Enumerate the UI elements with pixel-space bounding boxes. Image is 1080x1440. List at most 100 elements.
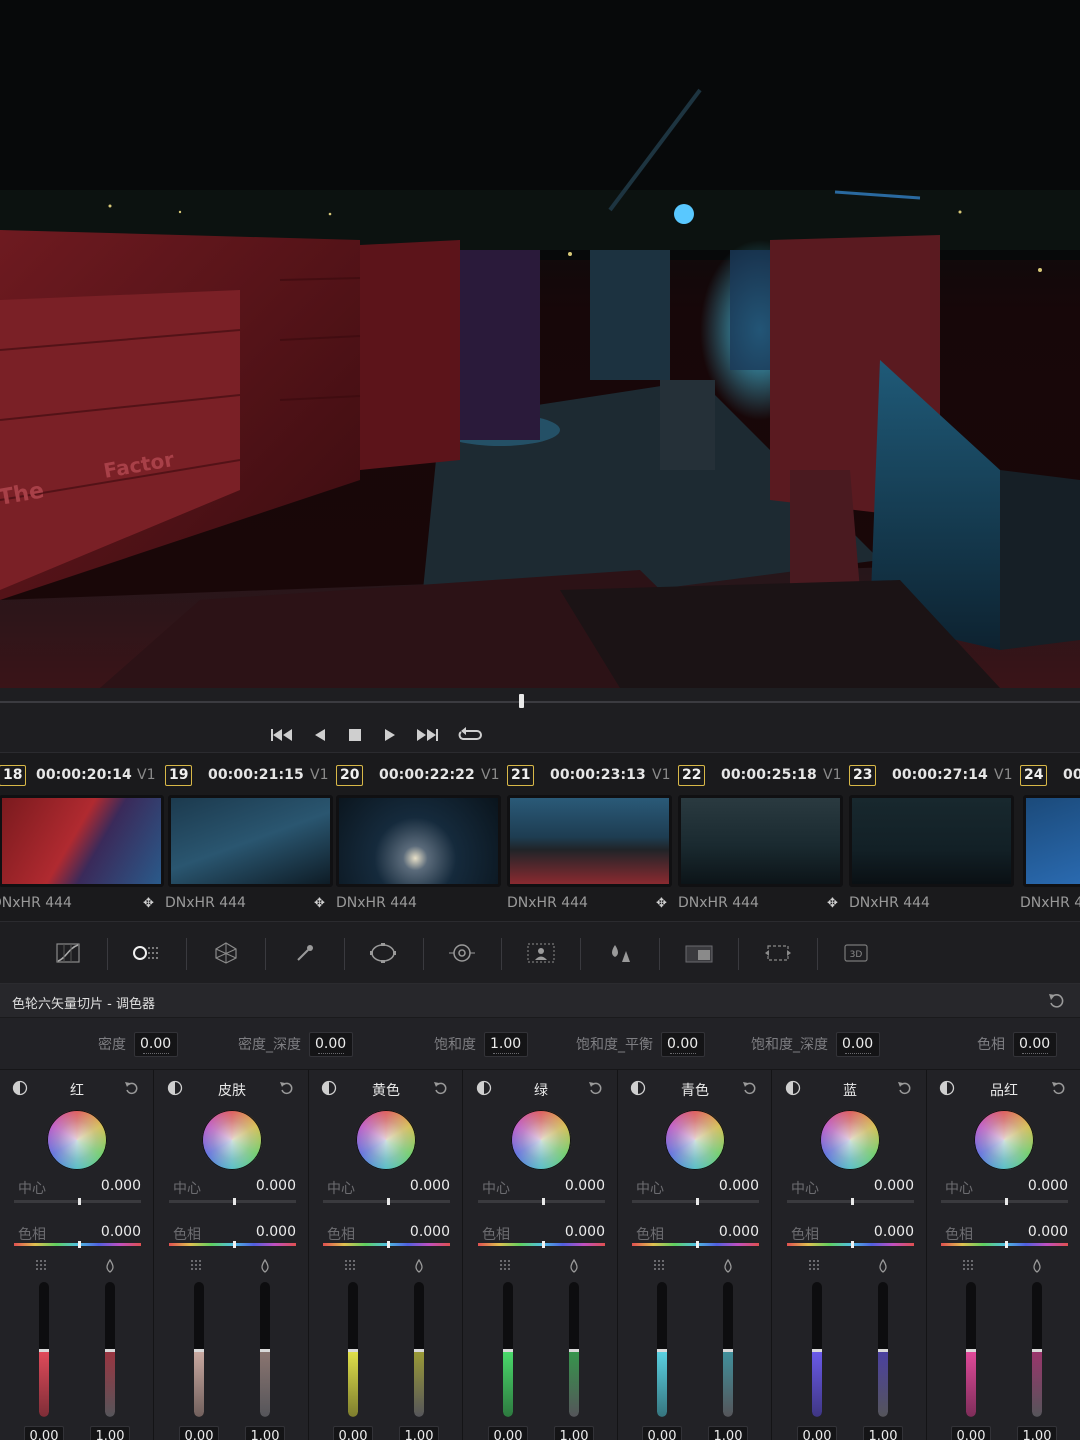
density-value-field[interactable]: 0.00 [24, 1426, 64, 1440]
hue-slider-handle[interactable] [77, 1241, 81, 1248]
center-slider[interactable] [323, 1198, 450, 1205]
hue-slider[interactable] [323, 1241, 450, 1248]
clip-thumbnail[interactable] [336, 795, 501, 887]
saturation-value-field[interactable]: 1.00 [863, 1426, 903, 1440]
hue-slider-handle[interactable] [541, 1241, 545, 1248]
density-fader-handle[interactable] [348, 1349, 358, 1353]
center-value[interactable]: 0.000 [565, 1178, 605, 1194]
hue-slider-handle[interactable] [386, 1241, 390, 1248]
center-slider-handle[interactable] [77, 1198, 81, 1205]
color-warper-palette-button[interactable] [116, 934, 176, 972]
playhead[interactable] [519, 694, 524, 708]
saturation-fader-handle[interactable] [878, 1349, 888, 1353]
center-slider[interactable] [478, 1198, 605, 1205]
density-value-field[interactable]: 0.00 [951, 1426, 991, 1440]
density-fader[interactable] [194, 1282, 204, 1417]
hue-slider[interactable] [478, 1241, 605, 1248]
hue-slider[interactable] [941, 1241, 1068, 1248]
clip-thumbnail[interactable] [678, 795, 843, 887]
stop-button[interactable] [340, 722, 370, 748]
clip-thumbnail[interactable] [849, 795, 1014, 887]
hue-value[interactable]: 0.000 [565, 1224, 605, 1240]
hue-value[interactable]: 0.000 [874, 1224, 914, 1240]
saturation-fader-handle[interactable] [414, 1349, 424, 1353]
density-value-field[interactable]: 0.00 [134, 1031, 178, 1057]
density-fader[interactable] [39, 1282, 49, 1417]
clip-24[interactable]: 24 00 DNxHR 4 [1020, 753, 1080, 923]
center-value[interactable]: 0.000 [874, 1178, 914, 1194]
hue-slider-handle[interactable] [695, 1241, 699, 1248]
skip-to-end-button[interactable] [412, 722, 442, 748]
saturation-balance-value-field[interactable]: 0.00 [661, 1031, 705, 1057]
center-slider-handle[interactable] [541, 1198, 545, 1205]
hue-wheel[interactable] [356, 1110, 416, 1170]
video-viewer[interactable]: The Factor [0, 0, 1080, 688]
clip-19[interactable]: 19 00:00:21:15 V1 ✥ DNxHR 444 [143, 753, 336, 923]
saturation-value-field[interactable]: 1.00 [708, 1426, 748, 1440]
hue-wheel[interactable] [47, 1110, 107, 1170]
clip-21[interactable]: 21 00:00:23:13 V1 DNxHR 444 [507, 753, 678, 923]
saturation-fader[interactable] [723, 1282, 733, 1417]
hue-slider-handle[interactable] [850, 1241, 854, 1248]
eyedropper-palette-button[interactable] [275, 934, 335, 972]
density-fader-handle[interactable] [39, 1349, 49, 1353]
clip-thumbnail[interactable] [168, 795, 333, 887]
blur-palette-button[interactable] [590, 934, 650, 972]
density-value-field[interactable]: 0.00 [642, 1426, 682, 1440]
magic-mask-palette-button[interactable] [511, 934, 571, 972]
center-slider-handle[interactable] [232, 1198, 236, 1205]
saturation-fader[interactable] [1032, 1282, 1042, 1417]
density-value-field[interactable]: 0.00 [797, 1426, 837, 1440]
center-slider[interactable] [169, 1198, 296, 1205]
clip-thumbnail[interactable] [0, 795, 164, 887]
density-fader[interactable] [657, 1282, 667, 1417]
density-fader-handle[interactable] [812, 1349, 822, 1353]
density-fader-handle[interactable] [657, 1349, 667, 1353]
loop-button[interactable] [455, 722, 485, 748]
reset-icon[interactable] [432, 1079, 450, 1097]
saturation-value-field[interactable]: 1.00 [399, 1426, 439, 1440]
saturation-fader[interactable] [414, 1282, 424, 1417]
center-slider-handle[interactable] [386, 1198, 390, 1205]
center-slider-handle[interactable] [850, 1198, 854, 1205]
saturation-fader[interactable] [569, 1282, 579, 1417]
hue-value-field[interactable]: 0.00 [1013, 1031, 1057, 1057]
density-value-field[interactable]: 0.00 [488, 1426, 528, 1440]
qualifier-palette-button[interactable] [196, 934, 256, 972]
center-slider-handle[interactable] [1004, 1198, 1008, 1205]
saturation-fader-handle[interactable] [260, 1349, 270, 1353]
scrubber-track[interactable] [0, 701, 1080, 703]
hue-wheel[interactable] [665, 1110, 725, 1170]
saturation-value-field[interactable]: 1.00 [1017, 1426, 1057, 1440]
tracker-palette-button[interactable] [432, 934, 492, 972]
saturation-value-field[interactable]: 1.00 [554, 1426, 594, 1440]
center-slider[interactable] [787, 1198, 914, 1205]
hue-slider-handle[interactable] [232, 1241, 236, 1248]
power-window-palette-button[interactable] [353, 934, 413, 972]
center-slider[interactable] [14, 1198, 141, 1205]
center-value[interactable]: 0.000 [1028, 1178, 1068, 1194]
3d-palette-button[interactable]: 3D [826, 934, 886, 972]
clip-thumbnail[interactable] [1023, 795, 1080, 887]
density-fader-handle[interactable] [194, 1349, 204, 1353]
curves-palette-button[interactable] [38, 934, 98, 972]
sizing-palette-button[interactable] [748, 934, 808, 972]
skip-to-start-button[interactable] [267, 722, 297, 748]
density-value-field[interactable]: 0.00 [179, 1426, 219, 1440]
play-button[interactable] [375, 722, 405, 748]
saturation-depth-value-field[interactable]: 0.00 [836, 1031, 880, 1057]
panel-reset-button[interactable] [1046, 990, 1068, 1012]
hue-value[interactable]: 0.000 [1028, 1224, 1068, 1240]
clip-thumbnail[interactable] [507, 795, 672, 887]
hue-slider[interactable] [787, 1241, 914, 1248]
saturation-fader[interactable] [260, 1282, 270, 1417]
density-fader[interactable] [348, 1282, 358, 1417]
center-value[interactable]: 0.000 [256, 1178, 296, 1194]
hue-slider[interactable] [169, 1241, 296, 1248]
saturation-fader[interactable] [105, 1282, 115, 1417]
reset-icon[interactable] [123, 1079, 141, 1097]
reset-icon[interactable] [587, 1079, 605, 1097]
density-fader-handle[interactable] [966, 1349, 976, 1353]
density-fader[interactable] [966, 1282, 976, 1417]
center-value[interactable]: 0.000 [719, 1178, 759, 1194]
